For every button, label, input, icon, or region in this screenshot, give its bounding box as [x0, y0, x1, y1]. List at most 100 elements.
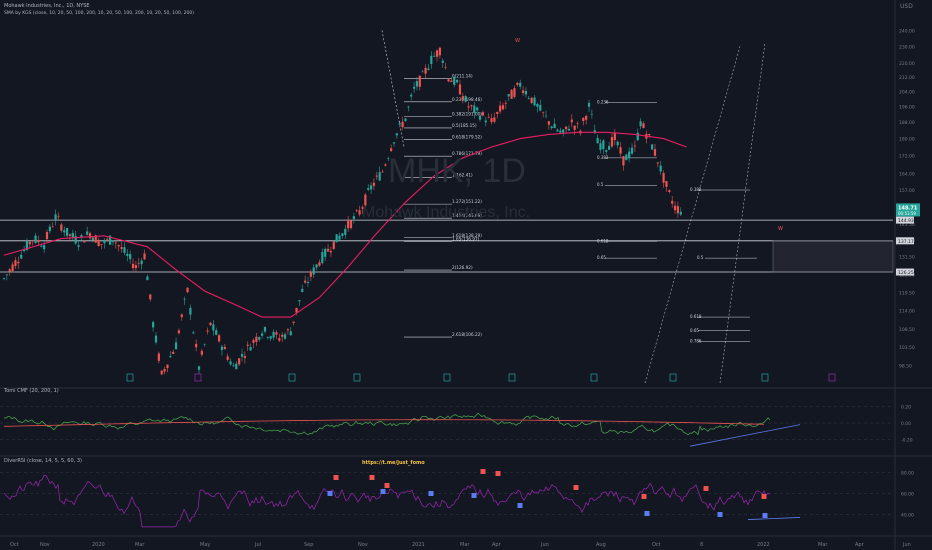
candle-body [77, 245, 80, 247]
candle-body [186, 287, 189, 293]
candle-body [14, 260, 17, 267]
last-price-countdown: 00:53:59 [898, 211, 916, 216]
candle-body [157, 353, 160, 361]
candle-body [444, 67, 447, 68]
candle-body [309, 271, 312, 277]
candle-body [249, 347, 252, 351]
candle-body [412, 86, 416, 89]
candle-body [633, 145, 637, 147]
candle-body [384, 164, 387, 166]
candle-body [240, 354, 244, 357]
rsi-bearish-divergence-marker [369, 475, 375, 480]
candle-body [215, 330, 218, 335]
rsi-bearish-divergence-marker [384, 483, 390, 488]
candle-body [671, 200, 674, 204]
candle-body [114, 242, 117, 244]
candle-body [246, 344, 249, 346]
candle-body [625, 154, 628, 161]
tradingview-chart[interactable]: 240.00 230.00 220.00 212.00 204.00 196.00 188.… [0, 0, 932, 550]
candle-body [111, 240, 115, 243]
candle-body [415, 81, 419, 87]
candle-body [286, 329, 290, 331]
fib-right-label: 0.236 [597, 100, 609, 105]
candle-body [20, 254, 23, 259]
candle-body [131, 263, 135, 269]
candle-body [238, 358, 241, 365]
candle-body [86, 231, 89, 235]
candle-body [484, 120, 487, 123]
candle-body [504, 102, 507, 104]
candle-body [610, 137, 614, 147]
candle-body [464, 96, 467, 102]
candle-body [189, 307, 192, 315]
candle-body [192, 332, 195, 334]
candle-body [269, 336, 272, 339]
candle-body [665, 181, 668, 187]
candle-body [547, 121, 550, 125]
candle-body [169, 356, 172, 358]
rsi-bearish-divergence-marker [703, 486, 709, 491]
candle-body [149, 294, 152, 300]
candle-body [243, 356, 246, 358]
cmf-axis-label: -0.20 [901, 438, 913, 444]
candle-body [283, 334, 287, 339]
candle-body [146, 276, 149, 281]
chart-background [0, 0, 932, 550]
candle-body [123, 247, 126, 253]
cmf-indicator-title[interactable]: Tomi CMF (20, 200, 1) [4, 388, 59, 394]
candle-body [607, 145, 611, 150]
telegram-link[interactable]: https://t.me/just_fomo [362, 460, 425, 466]
price-axis-tick-label: 212.00 [899, 75, 915, 81]
candle-body [324, 248, 327, 257]
candle-body [292, 321, 295, 323]
candle-body [235, 363, 238, 370]
candle-body [34, 235, 37, 243]
candle-body [126, 253, 129, 257]
rsi-bullish-divergence-marker [644, 511, 650, 516]
candle-body [470, 105, 473, 107]
candle-body [679, 211, 682, 215]
candle-body [45, 232, 49, 240]
candle-body [447, 79, 450, 82]
candle-body [332, 241, 335, 249]
candle-body [100, 244, 103, 245]
candle-body [410, 94, 413, 97]
candle-body [8, 269, 11, 272]
candle-body [458, 84, 462, 95]
candle-body [312, 267, 315, 275]
candle-body [392, 142, 396, 144]
rsi-bearish-divergence-marker [333, 475, 339, 480]
candle-body [40, 245, 43, 247]
candle-body [613, 133, 616, 141]
candle-body [493, 117, 496, 122]
candle-body [375, 175, 378, 177]
fib-level-label: 0.5(185.15) [452, 123, 477, 128]
fib-right-label: 0.5 [697, 255, 704, 260]
candle-body [516, 82, 519, 85]
candle-body [461, 96, 464, 100]
candle-body [559, 130, 562, 133]
fib-level-label: 2(126.92) [452, 265, 473, 270]
candle-body [263, 326, 267, 332]
time-axis-label: Apr [855, 542, 865, 548]
candle-body [582, 117, 585, 121]
fib-right-label: 0.382 [690, 187, 702, 192]
candle-body [152, 322, 155, 328]
candle-body [507, 94, 510, 97]
candle-body [349, 220, 353, 229]
candle-body [478, 116, 482, 120]
candle-body [585, 116, 588, 120]
candle-body [407, 106, 410, 108]
rsi-indicator-title[interactable]: DiverRSI (close, 14, 5, 5, 60, 3) [4, 458, 82, 464]
horizontal-level-label: 126.25 [898, 270, 914, 276]
candle-body [31, 240, 34, 241]
sma-indicator-title[interactable]: SMA by KGS (close, 10, 20, 50, 100, 200,… [4, 11, 194, 16]
fib-right-label: 0.382 [597, 155, 609, 160]
candle-body [533, 97, 536, 106]
time-axis-label: Mar [460, 542, 470, 548]
time-axis-label: Apr [492, 542, 502, 548]
candle-body [51, 226, 54, 228]
candle-body [530, 97, 533, 103]
candle-body [496, 111, 499, 114]
target-zone-box [772, 240, 894, 273]
